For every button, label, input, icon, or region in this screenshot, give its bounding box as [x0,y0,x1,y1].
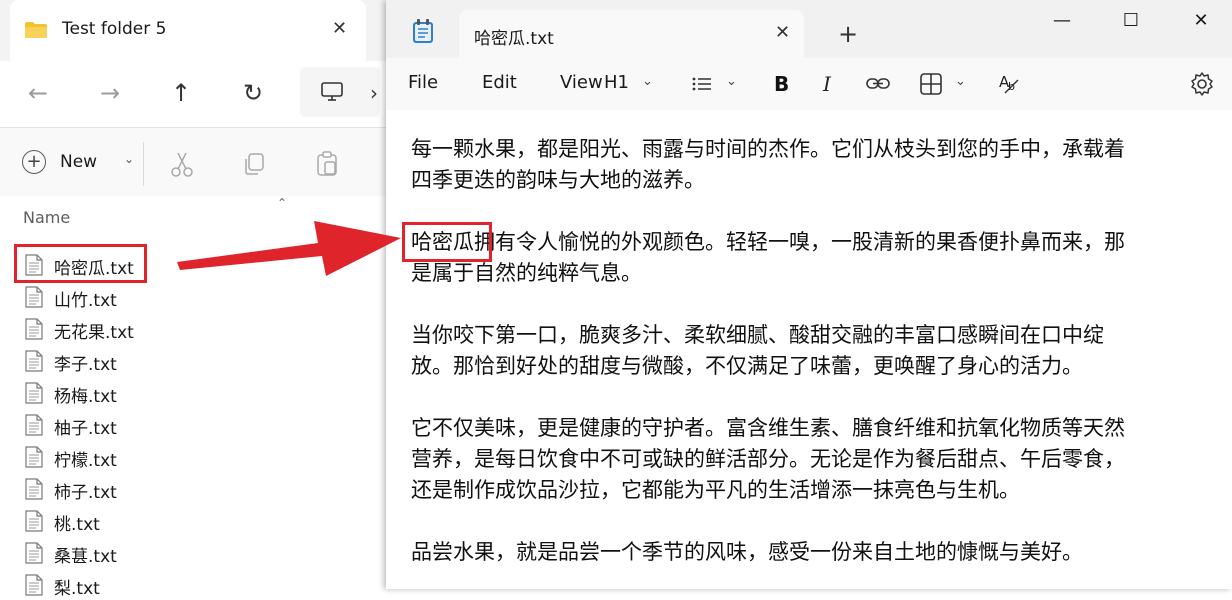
menu-edit[interactable]: Edit [482,72,517,93]
highlight-box [14,244,147,283]
menu-file[interactable]: File [408,72,438,93]
forward-arrow-icon[interactable]: → [90,75,130,111]
refresh-icon[interactable]: ↻ [233,75,273,111]
file-explorer-window: Test folder 5 ✕ ← → ↑ ↻ › + New ⌄ Name ⌃… [0,0,390,599]
new-tab-button[interactable]: + [838,20,858,48]
text-file-icon [25,350,43,372]
text-file-icon [25,286,43,308]
paste-icon[interactable] [313,150,341,178]
plus-circle-icon: + [22,150,46,174]
text-file-icon [25,478,43,500]
file-name: 无花果.txt [54,323,134,343]
table-icon[interactable] [919,71,943,97]
bulleted-list-icon[interactable] [690,71,714,97]
paragraph: 哈密瓜拥有令人愉悦的外观颜色。轻轻一嗅，一股清新的果香便扑鼻而来，那 是属于自然… [411,230,1125,285]
this-pc-button[interactable] [300,67,380,117]
text-file-icon [25,574,43,596]
chevron-down-icon: ⌄ [726,74,737,89]
folder-icon [25,22,47,38]
monitor-icon [321,82,343,101]
file-name: 桑葚.txt [54,547,117,567]
text-file-icon [25,414,43,436]
settings-gear-icon[interactable] [1189,71,1215,97]
text-file-icon [25,446,43,468]
file-name: 柚子.txt [54,419,117,439]
back-arrow-icon[interactable]: ← [18,75,58,111]
close-button[interactable]: ✕ [1178,6,1224,36]
file-name: 杨梅.txt [54,387,117,407]
text-file-icon [25,542,43,564]
cut-icon[interactable] [168,150,196,178]
paragraph: 品尝水果，就是品尝一个季节的风味，感受一份来自土地的慷慨与美好。 [411,540,1083,564]
divider [143,142,144,186]
maximize-button[interactable]: ☐ [1108,6,1154,36]
notepad-menu-bar: File Edit View H1 ⌄ ⌄ B I ⌄ A [386,58,1232,110]
explorer-tab[interactable]: Test folder 5 ✕ [10,0,366,61]
heading-dropdown[interactable]: H1 [604,72,629,93]
notepad-app-icon [413,19,433,43]
text-file-icon [25,382,43,404]
chevron-down-icon: ⌄ [642,74,653,89]
bold-icon[interactable]: B [772,71,792,97]
svg-text:B: B [774,72,789,96]
spell-check-icon[interactable]: A b [998,71,1022,97]
document-text-area[interactable]: 每一颗水果，都是阳光、雨露与时间的杰作。它们从枝头到您的手中，承载着 四季更迭的… [386,110,1232,589]
file-name: 梨.txt [54,579,100,599]
new-button-label: New [60,152,98,172]
menu-view[interactable]: View [560,72,603,93]
chevron-down-icon: ⌄ [955,74,966,89]
explorer-tab-close-button[interactable]: ✕ [332,18,347,39]
file-name: 桃.txt [54,515,100,535]
paragraph: 当你咬下第一口，脆爽多汁、柔软细腻、酸甜交融的丰富口感瞬间在口中绽 放。那恰到好… [411,323,1104,378]
minimize-button[interactable]: — [1039,6,1085,36]
notepad-tab-title: 哈密瓜.txt [474,29,554,49]
chevron-down-icon: ⌄ [124,152,135,166]
file-name: 李子.txt [54,355,117,375]
notepad-tab-close-button[interactable]: ✕ [775,22,790,43]
column-header-name[interactable]: Name [23,208,70,227]
link-icon[interactable] [865,71,891,97]
text-file-icon [25,510,43,532]
italic-icon[interactable]: I [820,71,840,97]
notepad-tab[interactable]: 哈密瓜.txt ✕ [459,10,804,58]
explorer-tab-title: Test folder 5 [62,19,167,39]
file-name: 柿子.txt [54,483,117,503]
paragraph: 它不仅美味，更是健康的守护者。富含维生素、膳食纤维和抗氧化物质等天然 营养，是每… [411,416,1125,502]
up-arrow-icon[interactable]: ↑ [161,75,201,111]
svg-text:I: I [822,72,832,96]
paragraph: 每一颗水果，都是阳光、雨露与时间的杰作。它们从枝头到您的手中，承载着 四季更迭的… [411,137,1125,192]
notepad-window: 哈密瓜.txt ✕ + — ☐ ✕ File Edit View H1 ⌄ ⌄ … [386,0,1232,589]
file-name: 山竹.txt [54,291,117,311]
explorer-navigation-bar: ← → ↑ ↻ › [0,61,390,127]
text-file-icon [25,318,43,340]
explorer-command-bar: + New ⌄ [0,128,390,196]
file-name: 柠檬.txt [54,451,117,471]
chevron-right-icon[interactable]: › [370,81,378,105]
notepad-title-bar: 哈密瓜.txt ✕ + — ☐ ✕ [386,0,1232,58]
sort-ascending-icon: ⌃ [277,196,288,210]
copy-icon[interactable] [241,150,269,178]
highlight-box [402,222,492,262]
